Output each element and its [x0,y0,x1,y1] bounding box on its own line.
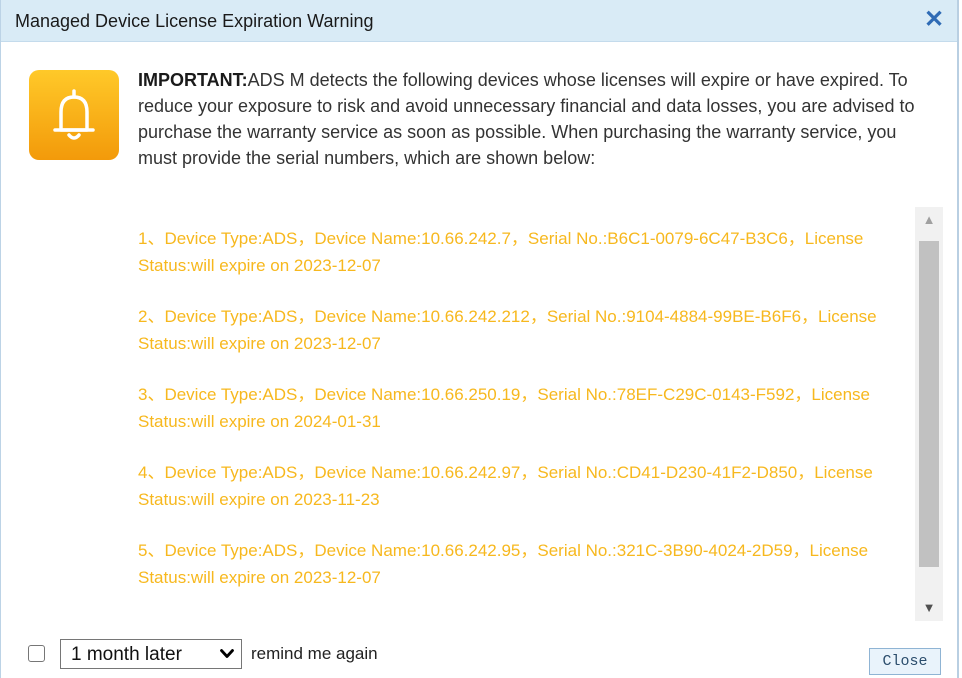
vertical-scrollbar[interactable]: ▲ ▼ [915,207,943,621]
warning-message: IMPORTANT:ADS M detects the following de… [138,67,938,171]
remind-interval-select[interactable]: 1 month later [60,639,242,669]
bell-icon [29,70,119,160]
close-icon[interactable]: ✕ [921,6,947,34]
device-list-scroll-area[interactable]: 1、Device Type:ADS，Device Name:10.66.242.… [138,207,943,621]
dialog-title-bar: Managed Device License Expiration Warnin… [1,0,957,42]
scrollbar-thumb[interactable] [919,241,939,567]
warning-message-body: ADS M detects the following devices whos… [138,70,915,168]
device-item: 2、Device Type:ADS，Device Name:10.66.242.… [138,307,877,353]
close-button[interactable]: Close [869,648,941,675]
dialog-footer: 1 month later remind me again Close [1,632,957,678]
dialog-title: Managed Device License Expiration Warnin… [15,11,374,31]
remind-label: remind me again [251,644,378,663]
device-item: 4、Device Type:ADS，Device Name:10.66.242.… [138,463,873,509]
license-warning-dialog: Managed Device License Expiration Warnin… [0,0,959,678]
scroll-down-arrow-icon[interactable]: ▼ [915,595,943,621]
device-item: 5、Device Type:ADS，Device Name:10.66.242.… [138,541,869,587]
remind-interval-value: 1 month later [71,644,182,665]
chevron-down-icon [220,649,234,658]
important-label: IMPORTANT: [138,70,248,90]
device-list: 1、Device Type:ADS，Device Name:10.66.242.… [138,225,913,615]
device-item: 3、Device Type:ADS，Device Name:10.66.250.… [138,385,870,431]
remind-checkbox[interactable] [28,645,45,662]
scroll-up-arrow-icon[interactable]: ▲ [915,207,943,233]
device-item: 1、Device Type:ADS，Device Name:10.66.242.… [138,229,864,275]
